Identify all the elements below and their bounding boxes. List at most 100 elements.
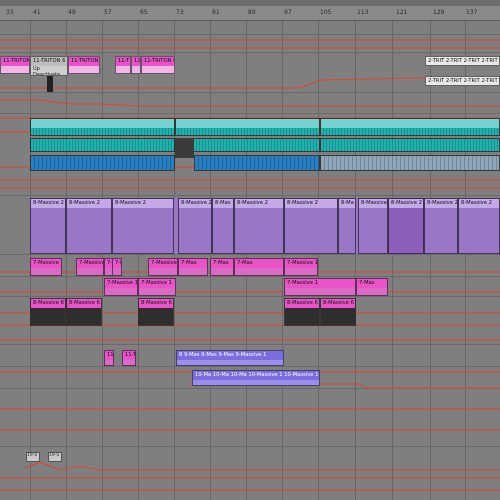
audio-clip[interactable]: [30, 138, 175, 152]
clip-title: 7-Massive 1: [285, 259, 317, 268]
clip-title: 8-Massive 2: [285, 199, 337, 208]
clip-title: 10-Ma: [195, 372, 212, 378]
clip-title: 11-TRITON 6: [142, 57, 174, 66]
clip-title: 11-T: [123, 351, 135, 360]
clip-gap: [175, 138, 194, 158]
midi-clip[interactable]: 11-TRITON 6: [0, 56, 30, 74]
clip-title: 9-Mas: [218, 352, 234, 358]
clip-title: 2-TRIT: [481, 78, 498, 84]
midi-clip-group[interactable]: 8 9-Mas 9-Mas 9-Mas 9-Massive 1: [176, 350, 284, 366]
midi-clip[interactable]: 7-Massive 1: [284, 258, 318, 276]
midi-clip[interactable]: 8-Massive 2: [458, 198, 500, 254]
clip-title: 7-Massive 1: [77, 259, 103, 268]
clip-title: 7-Mas: [235, 259, 283, 268]
midi-clip[interactable]: 11-TRITON 6: [141, 56, 175, 74]
midi-clip[interactable]: 19-S: [48, 452, 62, 462]
clip-title: 9-Massive 1: [235, 352, 267, 358]
clip-title: 2-TRIT: [445, 78, 462, 84]
midi-clip[interactable]: 8-Massive 2: [284, 198, 338, 254]
midi-clip[interactable]: 7-Mas: [210, 258, 234, 276]
clip-title: 8 9-Mas: [179, 352, 200, 358]
clip-title: 10-Ma 10-Ma 10-Ma 10-Massive 1 10-Massiv…: [193, 371, 319, 380]
clip-title: 7-Massive 1: [105, 279, 137, 288]
audio-clip[interactable]: [320, 155, 500, 171]
clip-title: 2-TRIT: [481, 58, 498, 64]
clip-title: 8-Massive 6: [31, 299, 65, 308]
clip-title: 11-T: [116, 57, 130, 66]
midi-clip[interactable]: 8-Massive 6: [30, 298, 66, 326]
audio-clip[interactable]: [320, 118, 500, 136]
clip-title: 8-Massive 2: [235, 199, 283, 208]
clip-title: 8 9-Mas 9-Mas 9-Mas 9-Massive 1: [177, 351, 283, 360]
midi-clip[interactable]: 7-Massive 1: [138, 278, 176, 296]
midi-clip[interactable]: 8-Ma: [338, 198, 356, 254]
midi-clip[interactable]: 7-Massive 1: [76, 258, 104, 276]
audio-clip[interactable]: [320, 138, 500, 152]
midi-clip[interactable]: 11-1: [104, 350, 114, 366]
clip-title: 7-Massive 1: [285, 279, 355, 288]
clip-title: 2-TRIT: [463, 78, 480, 84]
midi-clip[interactable]: 11-TRITON 6 Up Deactivate: [30, 56, 68, 76]
midi-clip[interactable]: 7-Mas: [178, 258, 208, 276]
midi-clip[interactable]: 8-Massive 6: [284, 298, 320, 326]
midi-clip[interactable]: 8-Massive 2: [424, 198, 458, 254]
clip-title: 7-Massive 1: [31, 259, 61, 268]
midi-clip[interactable]: 8-Massive 2: [66, 198, 112, 254]
midi-clip[interactable]: 11-T: [115, 56, 131, 74]
midi-clip[interactable]: 8-Massive 2: [388, 198, 424, 254]
clip-title: 2-TRIT: [445, 58, 462, 64]
clip-marker: [47, 76, 53, 92]
midi-clip[interactable]: 8-Massive 6: [66, 298, 102, 326]
midi-clip[interactable]: 8-Massive 6: [138, 298, 174, 326]
clip-title: 10-Massive 1: [248, 372, 283, 378]
midi-clip[interactable]: 8-Massive 2: [358, 198, 388, 254]
audio-clip[interactable]: [175, 118, 320, 136]
midi-clip[interactable]: 7-Massive 1: [104, 278, 138, 296]
midi-clip[interactable]: 11-T: [122, 350, 136, 366]
clip-title: 7-M: [113, 259, 121, 268]
clip-title: 11-TRITON 6: [1, 57, 29, 66]
audio-clip[interactable]: [30, 155, 175, 171]
midi-clip-group[interactable]: 2-TRIT 2-TRIT 2-TRIT 2-TRIT: [425, 56, 500, 66]
midi-clip[interactable]: 8-Massive 2: [30, 198, 66, 254]
audio-clip[interactable]: [30, 118, 175, 136]
midi-clip[interactable]: 7-M: [112, 258, 122, 276]
midi-clip[interactable]: 7-Mas: [234, 258, 284, 276]
midi-clip[interactable]: 7-Massive 1: [30, 258, 62, 276]
midi-clip[interactable]: 8-Massive 2: [178, 198, 212, 254]
clip-title: 11-1: [105, 351, 113, 360]
midi-clip[interactable]: 8-Massive 2: [234, 198, 284, 254]
audio-clip[interactable]: [175, 138, 320, 152]
audio-clip[interactable]: [194, 155, 320, 171]
clip-title: 10-Massive 1: [284, 372, 319, 378]
midi-clip[interactable]: 8-Massive 6: [320, 298, 356, 326]
clip-title: 7-Massive 1: [139, 279, 175, 288]
midi-clip[interactable]: 8-Mas: [212, 198, 234, 254]
midi-clip[interactable]: 19-S: [26, 452, 40, 462]
midi-clip[interactable]: 7-Massive 1: [148, 258, 178, 276]
clip-title: 9-Mas: [201, 352, 217, 358]
clip-title: 8-Massive 2: [113, 199, 173, 208]
clip-title: 8-Massive 2: [459, 199, 499, 208]
clip-title: 8-Massive 6: [321, 299, 355, 308]
clip-title: 2-TRIT: [428, 58, 445, 64]
clip-title: 7-Mas: [357, 279, 387, 288]
midi-clip[interactable]: 7-Mas: [356, 278, 388, 296]
clip-title: 8-Massive 2: [389, 199, 423, 208]
midi-clip-group[interactable]: 2-TRIT 2-TRIT 2-TRIT 2-TRIT: [425, 76, 500, 86]
clip-title: 11-TRITON 6: [31, 57, 67, 66]
clip-title: 11-TRITON: [69, 57, 99, 66]
clip-title: 8-Massive 2: [425, 199, 457, 208]
midi-clip-group[interactable]: 10-Ma 10-Ma 10-Ma 10-Massive 1 10-Massiv…: [192, 370, 320, 386]
midi-clip[interactable]: 8-Massive 2: [112, 198, 174, 254]
midi-clip[interactable]: 11-TRITON: [68, 56, 100, 74]
clip-title: 7-Massive 1: [149, 259, 177, 268]
clip-subtitle: Up Deactivate: [33, 66, 61, 76]
midi-clip[interactable]: 7-Massive 1: [284, 278, 356, 296]
clip-title: 2-TRIT 2-TRIT 2-TRIT 2-TRIT: [426, 57, 499, 65]
arrangement-view: 33 41 49 57 65 73 81 89 97 105 113 121 1…: [0, 0, 500, 500]
clip-title: 8-Massive 2: [67, 199, 111, 208]
clip-title: 10-Ma: [212, 372, 229, 378]
clip-title: 7-Mas: [179, 259, 207, 268]
midi-clip[interactable]: 11-TRITON 6: [131, 56, 141, 74]
